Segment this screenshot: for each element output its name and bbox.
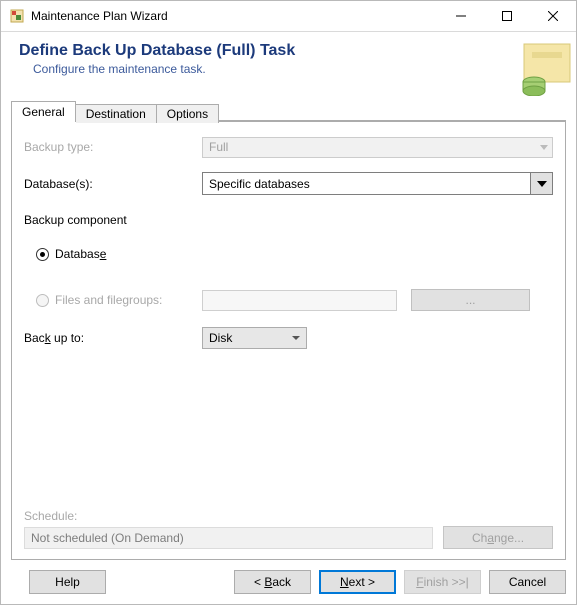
cancel-button[interactable]: Cancel xyxy=(489,570,566,594)
wizard-header: Define Back Up Database (Full) Task Conf… xyxy=(1,32,576,104)
change-schedule-button: Change... xyxy=(443,526,553,549)
back-up-to-label: Back up to: xyxy=(24,331,202,345)
triangle-down-icon xyxy=(537,181,547,187)
finish-label: Finish >>| xyxy=(416,575,469,589)
title-bar: Maintenance Plan Wizard xyxy=(1,1,576,32)
wizard-footer: Help < Back Next > Finish >>| Cancel xyxy=(11,570,566,594)
back-up-to-value: Disk xyxy=(209,331,232,345)
maximize-button[interactable] xyxy=(484,1,530,31)
next-label: Next > xyxy=(340,575,375,589)
window-title: Maintenance Plan Wizard xyxy=(31,9,438,23)
tab-destination[interactable]: Destination xyxy=(76,104,157,123)
schedule-value: Not scheduled (On Demand) xyxy=(31,531,184,545)
page-title: Define Back Up Database (Full) Task xyxy=(19,42,514,60)
databases-combo[interactable]: Specific databases xyxy=(202,172,553,195)
databases-value: Specific databases xyxy=(209,177,530,191)
tab-destination-label: Destination xyxy=(86,107,146,121)
next-button[interactable]: Next > xyxy=(319,570,396,594)
chevron-down-icon xyxy=(540,145,548,150)
filegroups-browse-button: ... xyxy=(411,289,530,311)
back-up-to-combo[interactable]: Disk xyxy=(202,327,307,349)
minimize-button[interactable] xyxy=(438,1,484,31)
radio-filegroups xyxy=(36,294,49,307)
schedule-label: Schedule: xyxy=(24,509,553,523)
finish-button: Finish >>| xyxy=(404,570,481,594)
ellipsis-label: ... xyxy=(465,293,475,307)
page-subtitle: Configure the maintenance task. xyxy=(33,62,514,76)
filegroups-input xyxy=(202,290,397,311)
backup-component-label: Backup component xyxy=(24,213,127,227)
tab-strip: General Destination Options xyxy=(11,97,566,121)
back-label: < Back xyxy=(254,575,291,589)
tab-general-label: General xyxy=(22,105,65,119)
chevron-down-icon xyxy=(292,336,300,340)
backup-type-label: Backup type: xyxy=(24,140,202,154)
schedule-input: Not scheduled (On Demand) xyxy=(24,527,433,549)
radio-dot-icon xyxy=(40,252,45,257)
radio-database[interactable] xyxy=(36,248,49,261)
radio-database-label: Database xyxy=(55,247,106,261)
cancel-label: Cancel xyxy=(509,575,546,589)
databases-dropdown-button[interactable] xyxy=(530,173,552,194)
tab-general[interactable]: General xyxy=(11,101,76,122)
databases-label: Database(s): xyxy=(24,177,202,191)
close-button[interactable] xyxy=(530,1,576,31)
app-icon xyxy=(9,8,25,24)
backup-type-combo: Full xyxy=(202,137,553,158)
help-label: Help xyxy=(55,575,80,589)
back-button[interactable]: < Back xyxy=(234,570,311,594)
radio-filegroups-label: Files and filegroups: xyxy=(55,293,162,307)
header-graphic-icon xyxy=(514,42,576,96)
tab-panel-general: Backup type: Full Database(s): Specific … xyxy=(11,121,566,560)
tab-options-label: Options xyxy=(167,107,208,121)
tab-options[interactable]: Options xyxy=(157,104,219,123)
help-button[interactable]: Help xyxy=(29,570,106,594)
change-label: Change... xyxy=(472,531,524,545)
backup-type-value: Full xyxy=(209,140,228,154)
